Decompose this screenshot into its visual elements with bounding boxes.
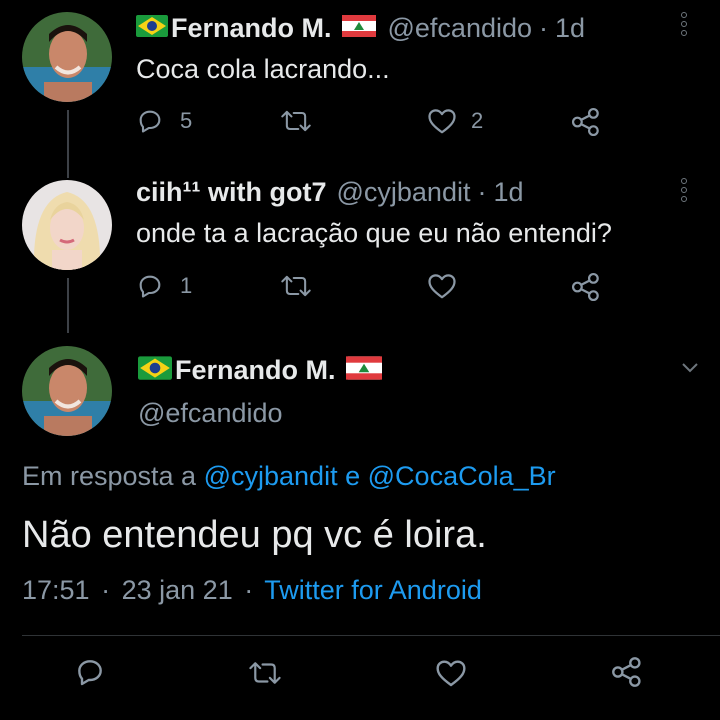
tweet2-header: ciih¹¹ with got7 @cyjbandit · 1d — [136, 175, 524, 209]
main-share-button[interactable] — [610, 656, 644, 693]
main-tweet-reply-context: Em resposta a @cyjbandit e @CocaCola_Br — [22, 461, 556, 492]
main-like-button[interactable] — [435, 658, 467, 693]
thread-line-2 — [67, 278, 69, 333]
tweet1-share-button[interactable] — [570, 107, 602, 142]
reply-mention-cocacola[interactable]: @CocaCola_Br — [368, 461, 556, 491]
tweet1-separator: · — [539, 12, 549, 43]
reply-mention-cyjbandit[interactable]: @cyjbandit — [204, 461, 338, 491]
tweet1-name[interactable]: Fernando M. — [171, 13, 332, 44]
tweet2-more-icon[interactable] — [681, 178, 691, 205]
heart-icon — [428, 274, 456, 299]
lebanon-flag-icon — [341, 14, 376, 42]
avatar-fernando-main[interactable] — [22, 346, 112, 436]
main-tweet-header: Fernando M. — [138, 353, 382, 387]
main-tweet-chevron-down-icon[interactable] — [680, 360, 700, 379]
tweet2-text: onde ta a lacração que eu não entendi? — [136, 218, 612, 248]
main-tweet-name[interactable]: Fernando M. — [175, 355, 336, 386]
reply-icon — [139, 110, 161, 133]
reply-and[interactable]: e — [345, 461, 360, 491]
tweet1-text: Coca cola lacrando... — [136, 54, 390, 84]
retweet-icon — [281, 110, 311, 132]
retweet-icon — [281, 275, 311, 297]
main-reply-button[interactable] — [74, 656, 106, 693]
tweet2-share-button[interactable] — [570, 272, 602, 307]
share-icon — [571, 272, 599, 302]
share-icon — [612, 657, 641, 687]
heart-icon — [428, 109, 456, 134]
tweet1-reply-count: 5 — [180, 108, 193, 133]
tweet2-reply-button[interactable]: 1 — [136, 272, 192, 300]
reply-icon — [139, 275, 161, 298]
avatar-fernando[interactable] — [22, 12, 112, 102]
actions-divider — [22, 635, 720, 636]
heart-icon — [436, 660, 466, 687]
brazil-flag-icon — [138, 355, 172, 385]
main-tweet-text: Não entendeu pq vc é loira. — [22, 514, 487, 556]
reply-icon — [78, 660, 102, 686]
tweet1-time[interactable]: 1d — [555, 13, 585, 44]
tweet2-separator: · — [477, 176, 487, 207]
main-tweet-timestamp: 17:51 · 23 jan 21 · Twitter for Android — [22, 575, 482, 606]
avatar-ciih[interactable] — [22, 180, 112, 270]
tweet2-retweet-button[interactable] — [280, 272, 312, 305]
main-tweet-time[interactable]: 17:51 — [22, 575, 90, 605]
tweet1-like-button[interactable]: 2 — [427, 107, 483, 135]
tweet1-like-count: 2 — [471, 108, 484, 133]
main-retweet-button[interactable] — [248, 658, 282, 693]
tweet2-reply-count: 1 — [180, 273, 193, 298]
lebanon-flag-icon — [345, 355, 382, 385]
retweet-icon — [249, 662, 281, 684]
main-tweet-date[interactable]: 23 jan 21 — [122, 575, 233, 605]
tweet2-handle[interactable]: @cyjbandit — [336, 177, 470, 208]
timestamp-separator-1: · — [101, 575, 111, 605]
tweet2-time[interactable]: 1d — [493, 177, 523, 208]
main-tweet-source[interactable]: Twitter for Android — [264, 575, 482, 605]
reply-prefix: Em resposta a — [22, 461, 197, 491]
tweet1-reply-button[interactable]: 5 — [136, 107, 192, 135]
tweet1-retweet-button[interactable] — [280, 107, 312, 140]
main-tweet-handle[interactable]: @efcandido — [138, 398, 283, 429]
tweet2-like-button[interactable] — [427, 272, 457, 305]
tweet1-handle[interactable]: @efcandido — [388, 13, 533, 44]
tweet1-header: Fernando M. @efcandido · 1d — [136, 12, 585, 44]
tweet2-name[interactable]: ciih¹¹ with got7 — [136, 177, 326, 208]
brazil-flag-icon — [136, 14, 168, 42]
timestamp-separator-2: · — [244, 575, 254, 605]
tweet1-more-icon[interactable] — [681, 12, 691, 39]
share-icon — [571, 107, 599, 137]
thread-line-1 — [67, 110, 69, 178]
